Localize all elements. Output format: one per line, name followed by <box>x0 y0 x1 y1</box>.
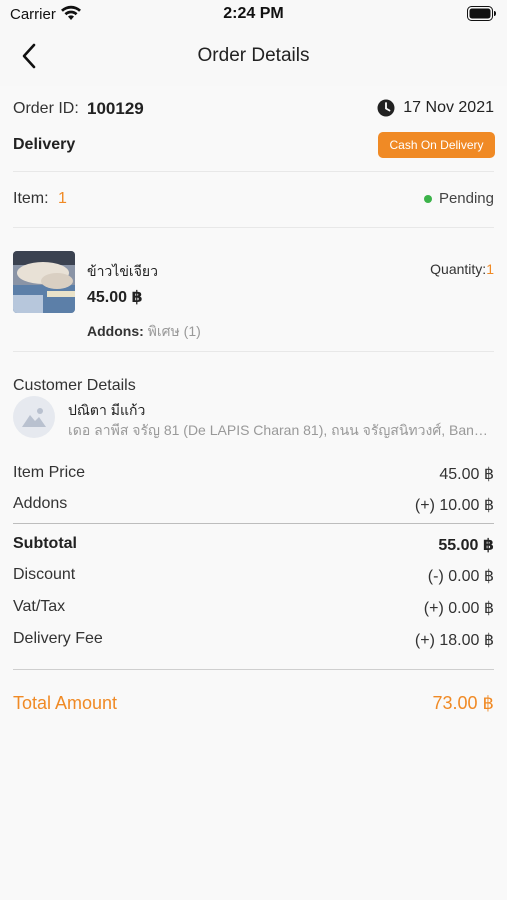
tax-value: (+) 0.00 ฿ <box>423 600 494 617</box>
quantity: Quantity:1 <box>430 261 494 277</box>
subtotal-label: Subtotal <box>13 535 77 552</box>
item-count-value: 1 <box>58 190 67 207</box>
customer-address: เดอ ลาพีส จรัญ 81 (De LAPIS Charan 81), … <box>68 422 495 438</box>
addons-price-row: Addons (+) 10.00 ฿ <box>13 495 494 515</box>
delivery-fee-label: Delivery Fee <box>13 630 103 647</box>
tax-label: Vat/Tax <box>13 598 66 615</box>
status-dot-icon <box>423 194 432 203</box>
navigation-bar: Order Details <box>0 30 507 86</box>
item-price-value: 45.00 ฿ <box>439 466 494 483</box>
food-price: 45.00 ฿ <box>87 289 143 306</box>
subtotal-value: 55.00 ฿ <box>438 537 494 554</box>
food-photo-icon <box>13 251 75 313</box>
addons-price-label: Addons <box>13 495 68 512</box>
avatar <box>13 396 55 438</box>
order-status: Pending <box>423 190 494 207</box>
clock-icon <box>377 99 395 117</box>
delivery-fee-row: Delivery Fee (+) 18.00 ฿ <box>13 630 494 650</box>
order-status-text: Pending <box>438 190 494 207</box>
item-count-label: Item: <box>13 190 49 207</box>
customer-name: ปณิตา มีแก้ว <box>68 402 146 418</box>
total-amount-row: Total Amount 73.00 ฿ <box>13 693 494 714</box>
divider <box>13 351 494 352</box>
quantity-value: 1 <box>486 261 494 277</box>
order-date: 17 Nov 2021 <box>377 99 494 117</box>
order-id-label: Order ID: <box>13 100 79 117</box>
status-time: 2:24 PM <box>223 5 284 22</box>
order-details-content: Order ID: 100129 17 Nov 2021 Delivery Ca… <box>0 86 507 900</box>
addons-price-value: (+) 10.00 ฿ <box>414 497 494 514</box>
food-name: ข้าวไข่เจียว <box>87 263 158 279</box>
divider <box>13 523 494 524</box>
discount-label: Discount <box>13 566 76 583</box>
total-amount-value: 73.00 ฿ <box>432 693 495 713</box>
status-bar: Carrier 2:24 PM <box>0 0 507 30</box>
divider <box>13 227 494 228</box>
total-amount-label: Total Amount <box>13 693 118 713</box>
page-title: Order Details <box>197 45 310 66</box>
addons-value: พิเศษ (1) <box>147 323 201 339</box>
discount-value: (-) 0.00 ฿ <box>427 568 494 585</box>
discount-row: Discount (-) 0.00 ฿ <box>13 566 494 586</box>
divider <box>13 669 494 670</box>
delivery-fee-value: (+) 18.00 ฿ <box>414 632 494 649</box>
customer-details-title: Customer Details <box>13 377 136 394</box>
order-date-text: 17 Nov 2021 <box>403 99 494 116</box>
tax-row: Vat/Tax (+) 0.00 ฿ <box>13 598 494 618</box>
order-id-value: 100129 <box>87 99 144 118</box>
food-image <box>13 251 75 313</box>
subtotal-row: Subtotal 55.00 ฿ <box>13 535 494 555</box>
divider <box>13 171 494 172</box>
item-price-row: Item Price 45.00 ฿ <box>13 464 494 484</box>
quantity-label: Quantity: <box>430 261 487 277</box>
image-placeholder-icon <box>22 408 46 427</box>
addons-label: Addons: <box>87 323 144 339</box>
delivery-type: Delivery <box>13 136 76 153</box>
item-price-label: Item Price <box>13 464 86 481</box>
payment-method-badge: Cash On Delivery <box>378 132 495 158</box>
item-addons: Addons: พิเศษ (1) <box>87 321 201 343</box>
battery-icon <box>467 6 496 21</box>
